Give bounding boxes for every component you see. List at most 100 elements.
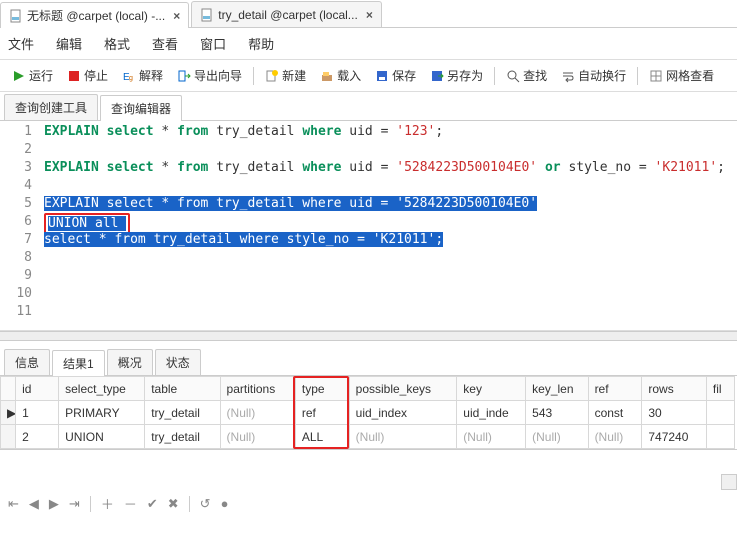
query-tab[interactable]: 查询创建工具 (4, 94, 98, 120)
nav-button[interactable]: ↺ (200, 496, 211, 512)
code-area[interactable]: EXPLAIN select * from try_detail where u… (40, 121, 737, 330)
col-ref[interactable]: ref (588, 377, 642, 401)
cell[interactable]: (Null) (220, 401, 295, 425)
sql-editor[interactable]: 1234567891011 EXPLAIN select * from try_… (0, 121, 737, 331)
col-fil[interactable]: fil (706, 377, 734, 401)
col-key[interactable]: key (457, 377, 526, 401)
cell[interactable]: (Null) (588, 425, 642, 449)
menu-文件[interactable]: 文件 (8, 34, 34, 53)
save-label: 保存 (392, 67, 416, 84)
nav-button[interactable]: ◀ (29, 496, 39, 512)
cell[interactable]: 2 (16, 425, 59, 449)
nav-button[interactable]: ＋ (101, 494, 114, 513)
col-key_len[interactable]: key_len (526, 377, 588, 401)
file-tab[interactable]: 无标题 @carpet (local) -... × (0, 2, 189, 28)
cell[interactable]: try_detail (145, 425, 220, 449)
save-icon (375, 69, 389, 83)
new-icon (265, 69, 279, 83)
wrap-label: 自动换行 (578, 67, 626, 84)
query-tab[interactable]: 查询编辑器 (100, 95, 182, 121)
cell[interactable]: (Null) (220, 425, 295, 449)
cell[interactable] (706, 425, 734, 449)
result-grid-wrap: idselect_typetablepartitionstypepossible… (0, 376, 737, 450)
result-grid[interactable]: idselect_typetablepartitionstypepossible… (0, 376, 735, 449)
menu-格式[interactable]: 格式 (104, 34, 130, 53)
cell[interactable]: UNION (59, 425, 145, 449)
result-tabs: 信息结果1概况状态 (0, 349, 737, 376)
file-tabs: 无标题 @carpet (local) -...×try_detail @car… (0, 0, 737, 28)
result-tab[interactable]: 概况 (107, 349, 153, 375)
nav-button[interactable]: ▶ (49, 496, 59, 512)
col-type[interactable]: type (295, 377, 349, 401)
stop-button[interactable]: 停止 (61, 64, 114, 87)
separator (90, 496, 91, 512)
load-button[interactable]: 载入 (314, 64, 367, 87)
nav-button[interactable]: ⇥ (69, 496, 80, 512)
play-icon (12, 69, 26, 83)
cell[interactable]: 1 (16, 401, 59, 425)
cell[interactable]: 30 (642, 401, 707, 425)
horizontal-scrollbar[interactable] (0, 474, 721, 490)
nav-button[interactable]: ● (221, 496, 229, 511)
nav-button[interactable]: ⇤ (8, 496, 19, 512)
result-tab[interactable]: 状态 (155, 349, 201, 375)
export-button[interactable]: 导出向导 (171, 64, 248, 87)
search-icon (506, 69, 520, 83)
close-icon[interactable]: × (173, 9, 180, 23)
run-button[interactable]: 运行 (6, 64, 59, 87)
col-rows[interactable]: rows (642, 377, 707, 401)
menu-帮助[interactable]: 帮助 (248, 34, 274, 53)
save-button[interactable]: 保存 (369, 64, 422, 87)
menu-查看[interactable]: 查看 (152, 34, 178, 53)
find-label: 查找 (523, 67, 547, 84)
cell[interactable]: try_detail (145, 401, 220, 425)
export-icon (177, 69, 191, 83)
table-row[interactable]: 2UNIONtry_detail(Null)ALL(Null)(Null)(Nu… (1, 425, 735, 449)
cell[interactable]: (Null) (349, 425, 457, 449)
col-possible_keys[interactable]: possible_keys (349, 377, 457, 401)
menu-编辑[interactable]: 编辑 (56, 34, 82, 53)
svg-text:g: g (129, 75, 133, 82)
gridview-label: 网格查看 (666, 67, 714, 84)
gridview-button[interactable]: 网格查看 (643, 64, 720, 87)
cell[interactable]: 543 (526, 401, 588, 425)
menu-窗口[interactable]: 窗口 (200, 34, 226, 53)
col-table[interactable]: table (145, 377, 220, 401)
table-row[interactable]: ▶1PRIMARYtry_detail(Null)refuid_indexuid… (1, 401, 735, 425)
explain-button[interactable]: Eg解释 (116, 64, 169, 87)
result-tab[interactable]: 结果1 (52, 350, 105, 376)
cell[interactable]: uid_index (349, 401, 457, 425)
wrap-button[interactable]: 自动换行 (555, 64, 632, 87)
explain-icon: Eg (122, 69, 136, 83)
row-marker (1, 425, 16, 449)
nav-button[interactable]: ✔ (147, 496, 158, 512)
cell[interactable]: ALL (295, 425, 349, 449)
cell[interactable]: PRIMARY (59, 401, 145, 425)
cell[interactable]: 747240 (642, 425, 707, 449)
tab-label: 无标题 @carpet (local) -... (27, 7, 165, 24)
load-label: 载入 (337, 67, 361, 84)
col-partitions[interactable]: partitions (220, 377, 295, 401)
row-header (1, 377, 16, 401)
cell[interactable]: const (588, 401, 642, 425)
cell[interactable]: ref (295, 401, 349, 425)
splitter[interactable] (0, 331, 737, 341)
close-icon[interactable]: × (366, 8, 373, 22)
nav-button[interactable]: ✖ (168, 496, 179, 512)
record-nav: ⇤ ◀ ▶ ⇥ ＋ － ✔ ✖ ↺ ● (0, 490, 737, 517)
run-label: 运行 (29, 67, 53, 84)
cell[interactable]: uid_inde (457, 401, 526, 425)
cell[interactable]: (Null) (457, 425, 526, 449)
sql-file-icon (9, 9, 23, 23)
nav-button[interactable]: － (124, 494, 137, 513)
sql-file-icon (200, 8, 214, 22)
col-select_type[interactable]: select_type (59, 377, 145, 401)
col-id[interactable]: id (16, 377, 59, 401)
saveas-button[interactable]: 另存为 (424, 64, 489, 87)
result-tab[interactable]: 信息 (4, 349, 50, 375)
find-button[interactable]: 查找 (500, 64, 553, 87)
new-button[interactable]: 新建 (259, 64, 312, 87)
cell[interactable] (706, 401, 734, 425)
cell[interactable]: (Null) (526, 425, 588, 449)
file-tab[interactable]: try_detail @carpet (local...× (191, 1, 382, 27)
